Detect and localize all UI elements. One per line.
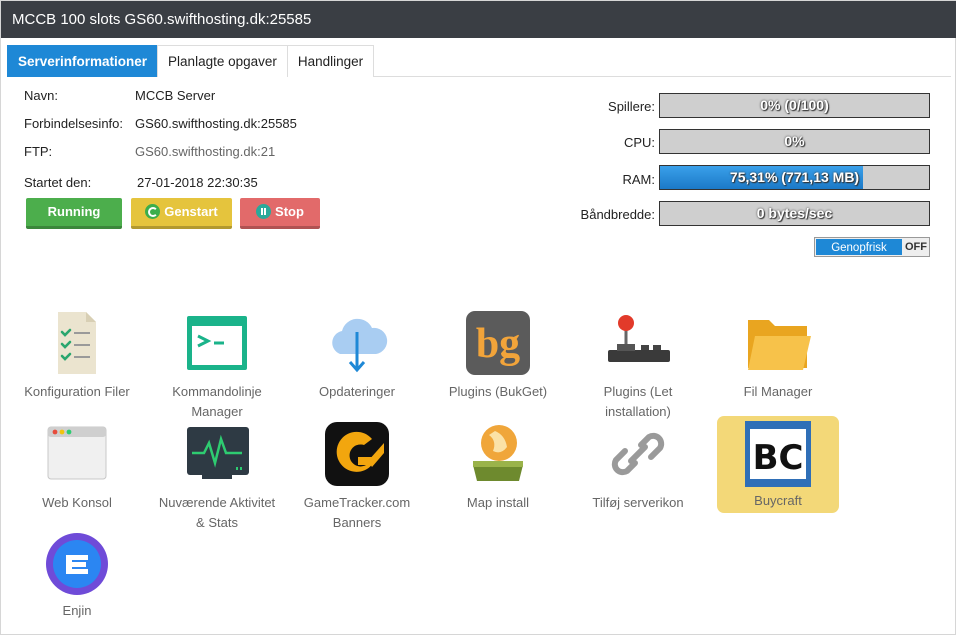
app-add-server-icon[interactable]: Tilføj serverikon	[577, 421, 699, 513]
app-add-server-icon-label: Tilføj serverikon	[592, 495, 684, 510]
app-plugins-bukget-label: Plugins (BukGet)	[448, 384, 548, 399]
running-button[interactable]: Running	[26, 198, 122, 229]
app-plugins-easy-install-label: Plugins (Let installation)	[603, 384, 673, 419]
app-enjin[interactable]: Enjin	[16, 529, 138, 621]
config-files-icon	[44, 310, 110, 376]
players-bar: 0% (0/100)	[659, 93, 930, 118]
auto-refresh-off-label: OFF	[905, 241, 927, 253]
gametracker-icon	[324, 421, 390, 487]
info-conn-label: Forbindelsesinfo:	[24, 116, 123, 131]
app-file-manager-label: Fil Manager	[743, 384, 813, 399]
link-icon	[605, 421, 671, 487]
players-label: Spillere:	[608, 99, 655, 114]
restart-button[interactable]: Genstart	[131, 198, 232, 229]
app-map-install-label: Map install	[466, 495, 530, 510]
restart-label: Genstart	[164, 204, 218, 219]
server-panel: MCCB 100 slots GS60.swifthosting.dk:2558…	[0, 0, 956, 635]
ram-bar: 75,31% (771,13 MB)	[659, 165, 930, 190]
buycraft-icon: BC	[745, 421, 811, 487]
app-web-console-label: Web Konsol	[42, 495, 112, 510]
refresh-icon	[145, 204, 161, 219]
info-name-label: Navn:	[24, 88, 58, 103]
joystick-icon	[605, 310, 671, 376]
folder-icon	[745, 310, 811, 376]
players-bar-text: 0% (0/100)	[760, 97, 829, 113]
stop-label: Stop	[275, 204, 304, 219]
bandwidth-bar: 0 bytes/sec	[659, 201, 930, 226]
cpu-bar: 0%	[659, 129, 930, 154]
running-label: Running	[47, 204, 101, 219]
app-config-files[interactable]: Konfiguration Filer	[16, 310, 138, 402]
bukget-icon-text: bg	[476, 321, 520, 367]
globe-drive-icon	[465, 421, 531, 487]
pause-icon	[256, 204, 272, 219]
info-ftp-value[interactable]: GS60.swifthosting.dk:21	[135, 144, 275, 159]
info-ftp-label: FTP:	[24, 144, 53, 159]
tab-serverinformationer[interactable]: Serverinformationer	[7, 45, 159, 77]
app-web-console[interactable]: Web Konsol	[16, 421, 138, 513]
terminal-icon	[184, 310, 250, 376]
app-map-install[interactable]: Map install	[437, 421, 559, 513]
window-title: MCCB 100 slots GS60.swifthosting.dk:2558…	[1, 1, 956, 38]
tab-bar: Serverinformationer Planlagte opgaver Ha…	[7, 45, 951, 77]
app-command-line-manager[interactable]: Kommandolinje Manager	[156, 310, 278, 422]
app-plugins-bukget[interactable]: bg Plugins (BukGet)	[437, 310, 559, 402]
activity-monitor-icon	[184, 421, 250, 487]
app-buycraft-label: Buycraft	[754, 493, 802, 508]
ram-bar-text: 75,31% (771,13 MB)	[729, 169, 860, 185]
cpu-label: CPU:	[623, 135, 655, 150]
auto-refresh-on-label: Genopfrisk	[816, 239, 902, 255]
auto-refresh-toggle[interactable]: Genopfrisk OFF	[814, 237, 930, 257]
stop-button[interactable]: Stop	[240, 198, 320, 229]
info-conn-value: GS60.swifthosting.dk:25585	[135, 116, 297, 131]
app-buycraft[interactable]: BC Buycraft	[717, 416, 839, 513]
enjin-icon	[44, 529, 110, 595]
app-updates[interactable]: Opdateringer	[296, 310, 418, 402]
app-plugins-easy-install[interactable]: Plugins (Let installation)	[577, 310, 699, 422]
app-activity-stats[interactable]: Nuværende Aktivitet & Stats	[156, 421, 278, 533]
bandwidth-label: Båndbredde:	[580, 207, 655, 222]
app-updates-label: Opdateringer	[319, 384, 395, 399]
ram-label: RAM:	[622, 172, 656, 187]
tab-planlagte-opgaver[interactable]: Planlagte opgaver	[157, 45, 288, 77]
app-gametracker-banners-label: GameTracker.com Banners	[303, 495, 411, 530]
bukget-icon: bg	[465, 310, 531, 376]
browser-window-icon	[44, 421, 110, 487]
app-activity-stats-label: Nuværende Aktivitet & Stats	[158, 495, 276, 530]
info-started-value: 27-01-2018 22:30:35	[137, 175, 258, 190]
bandwidth-bar-text: 0 bytes/sec	[756, 205, 833, 221]
cpu-bar-text: 0%	[784, 133, 805, 149]
info-name-value: MCCB Server	[135, 88, 216, 103]
app-gametracker-banners[interactable]: GameTracker.com Banners	[296, 421, 418, 533]
cloud-download-icon	[324, 310, 390, 376]
app-file-manager[interactable]: Fil Manager	[717, 310, 839, 402]
buycraft-icon-text: BC	[753, 438, 804, 478]
app-command-line-manager-label: Kommandolinje Manager	[172, 384, 262, 419]
tab-handlinger[interactable]: Handlinger	[286, 45, 375, 77]
info-started-label: Startet den:	[24, 175, 92, 190]
app-enjin-label: Enjin	[62, 603, 92, 618]
app-config-files-label: Konfiguration Filer	[24, 384, 130, 399]
